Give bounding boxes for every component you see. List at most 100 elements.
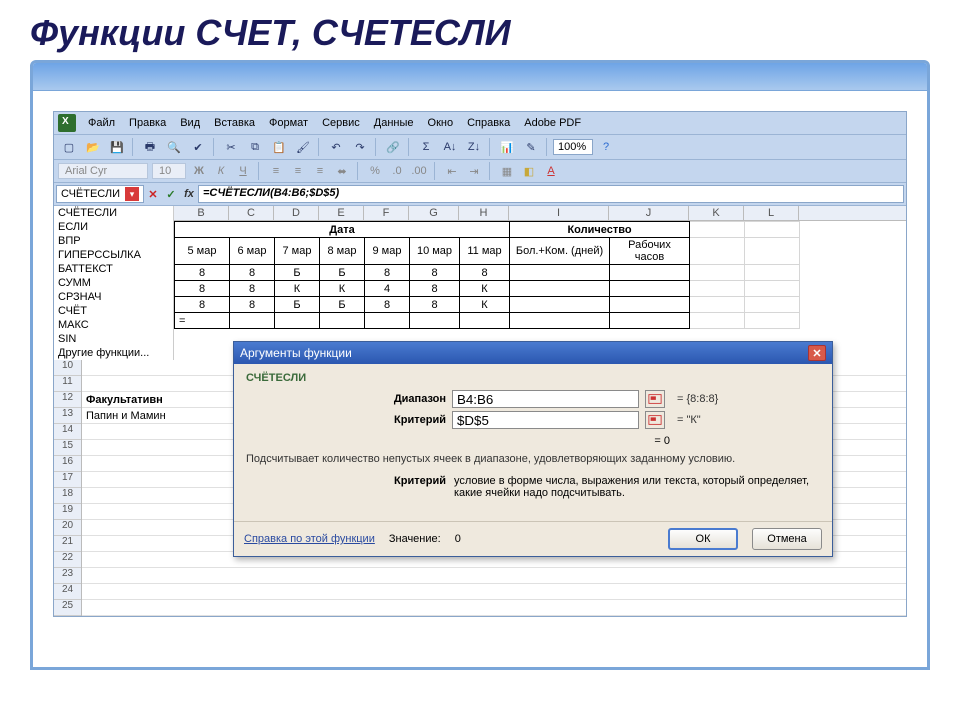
menu-adobe[interactable]: Adobe PDF <box>518 115 587 131</box>
outer-window: Файл Правка Вид Вставка Формат Сервис Да… <box>30 60 930 670</box>
ok-button[interactable]: ОК <box>668 528 738 550</box>
drawing-icon[interactable]: ✎ <box>520 137 542 157</box>
fn-item[interactable]: ВПР <box>54 234 173 248</box>
fmtpaint-icon[interactable]: 🖌 <box>292 137 314 157</box>
undo-icon[interactable]: ↶ <box>325 137 347 157</box>
fillcolor-icon[interactable]: ◧ <box>520 162 538 180</box>
col-F[interactable]: F <box>364 206 409 220</box>
open-icon[interactable]: 📂 <box>82 137 104 157</box>
merge-icon[interactable]: ⬌ <box>333 162 351 180</box>
cancel-button[interactable]: Отмена <box>752 528 822 550</box>
menu-data[interactable]: Данные <box>368 115 420 131</box>
cell-12[interactable]: Факультативн <box>86 394 163 406</box>
data-table[interactable]: Дата Количество 5 мар6 мар 7 мар8 мар 9 … <box>174 221 800 329</box>
font-combo[interactable]: Arial Cyr <box>58 163 148 179</box>
underline-icon[interactable]: Ч <box>234 162 252 180</box>
fn-item[interactable]: Другие функции... <box>54 346 173 360</box>
dialog-titlebar[interactable]: Аргументы функции ✕ <box>234 342 832 364</box>
arg1-input[interactable] <box>452 390 639 408</box>
italic-icon[interactable]: К <box>212 162 230 180</box>
fx-icon[interactable]: fx <box>180 185 198 203</box>
col-C[interactable]: C <box>229 206 274 220</box>
save-icon[interactable]: 💾 <box>106 137 128 157</box>
col-D[interactable]: D <box>274 206 319 220</box>
fn-item[interactable]: БАТТЕКСТ <box>54 262 173 276</box>
menubar: Файл Правка Вид Вставка Формат Сервис Да… <box>54 112 906 135</box>
fn-item[interactable]: СРЗНАЧ <box>54 290 173 304</box>
align-center-icon[interactable]: ≡ <box>289 162 307 180</box>
formula-input[interactable]: =СЧЁТЕСЛИ(B4:B6;$D$5) <box>198 185 904 203</box>
cancel-edit-icon[interactable]: ✕ <box>144 185 162 203</box>
decimal-inc-icon[interactable]: .0 <box>388 162 406 180</box>
sort-desc-icon[interactable]: Z↓ <box>463 137 485 157</box>
close-icon[interactable]: ✕ <box>808 345 826 361</box>
redo-icon[interactable]: ↷ <box>349 137 371 157</box>
function-dropdown[interactable]: СЧЁТЕСЛИ ЕСЛИ ВПР ГИПЕРССЫЛКА БАТТЕКСТ С… <box>54 206 174 360</box>
arg1-label: Диапазон <box>246 393 446 405</box>
menu-edit[interactable]: Правка <box>123 115 172 131</box>
cell-13[interactable]: Папин и Мамин <box>86 410 166 422</box>
function-arguments-dialog: Аргументы функции ✕ СЧЁТЕСЛИ Диапазон = … <box>233 341 833 557</box>
menu-format[interactable]: Формат <box>263 115 314 131</box>
menu-help[interactable]: Справка <box>461 115 516 131</box>
new-icon[interactable]: ▢ <box>58 137 80 157</box>
arg2-input[interactable] <box>452 411 639 429</box>
menu-insert[interactable]: Вставка <box>208 115 261 131</box>
menu-file[interactable]: Файл <box>82 115 121 131</box>
zoom-combo[interactable]: 100% <box>553 139 593 155</box>
print-icon[interactable]: 🖶 <box>139 137 161 157</box>
fn-item[interactable]: ГИПЕРССЫЛКА <box>54 248 173 262</box>
col-L[interactable]: L <box>744 206 799 220</box>
help-icon[interactable]: ? <box>595 137 617 157</box>
table-row: 88ББ88К <box>175 297 800 313</box>
arg2-refselect-icon[interactable] <box>645 411 665 429</box>
link-icon[interactable]: 🔗 <box>382 137 404 157</box>
fontcolor-icon[interactable]: A <box>542 162 560 180</box>
spell-icon[interactable]: ✔ <box>187 137 209 157</box>
menu-window[interactable]: Окно <box>422 115 460 131</box>
fn-item[interactable]: МАКС <box>54 318 173 332</box>
sum-icon[interactable]: Σ <box>415 137 437 157</box>
bold-icon[interactable]: Ж <box>190 162 208 180</box>
preview-icon[interactable]: 🔍 <box>163 137 185 157</box>
chart-icon[interactable]: 📊 <box>496 137 518 157</box>
menu-view[interactable]: Вид <box>174 115 206 131</box>
sort-asc-icon[interactable]: A↓ <box>439 137 461 157</box>
argdesc-label: Критерий <box>246 475 446 499</box>
arg1-refselect-icon[interactable] <box>645 390 665 408</box>
arg1-result: = {8:8:8} <box>677 393 718 405</box>
decimal-dec-icon[interactable]: .00 <box>410 162 428 180</box>
table-row: = <box>175 313 800 329</box>
col-H[interactable]: H <box>459 206 509 220</box>
indent-dec-icon[interactable]: ⇤ <box>443 162 461 180</box>
fn-item[interactable]: СЧЁТЕСЛИ <box>54 206 173 220</box>
name-box-text: СЧЁТЕСЛИ <box>61 188 120 200</box>
enter-edit-icon[interactable]: ✓ <box>162 185 180 203</box>
align-left-icon[interactable]: ≡ <box>267 162 285 180</box>
namebox-dropdown-icon[interactable]: ▾ <box>125 187 139 201</box>
col-J[interactable]: J <box>609 206 689 220</box>
fn-item[interactable]: СУММ <box>54 276 173 290</box>
fontsize-combo[interactable]: 10 <box>152 163 186 179</box>
menu-tools[interactable]: Сервис <box>316 115 366 131</box>
slide-title: Функции СЧЕТ, СЧЕТЕСЛИ <box>0 0 960 60</box>
column-headers: B C D E F G H I J K L <box>174 206 906 221</box>
align-right-icon[interactable]: ≡ <box>311 162 329 180</box>
cut-icon[interactable]: ✂ <box>220 137 242 157</box>
fn-item[interactable]: ЕСЛИ <box>54 220 173 234</box>
help-link[interactable]: Справка по этой функции <box>244 533 375 545</box>
name-box[interactable]: СЧЁТЕСЛИ ▾ <box>56 185 144 203</box>
col-E[interactable]: E <box>319 206 364 220</box>
col-K[interactable]: K <box>689 206 744 220</box>
grid-area[interactable]: B C D E F G H I J K L Дата <box>174 206 906 360</box>
col-G[interactable]: G <box>409 206 459 220</box>
copy-icon[interactable]: ⧉ <box>244 137 266 157</box>
fn-item[interactable]: СЧЁТ <box>54 304 173 318</box>
currency-icon[interactable]: % <box>366 162 384 180</box>
indent-inc-icon[interactable]: ⇥ <box>465 162 483 180</box>
paste-icon[interactable]: 📋 <box>268 137 290 157</box>
borders-icon[interactable]: ▦ <box>498 162 516 180</box>
col-B[interactable]: B <box>174 206 229 220</box>
fn-item[interactable]: SIN <box>54 332 173 346</box>
col-I[interactable]: I <box>509 206 609 220</box>
